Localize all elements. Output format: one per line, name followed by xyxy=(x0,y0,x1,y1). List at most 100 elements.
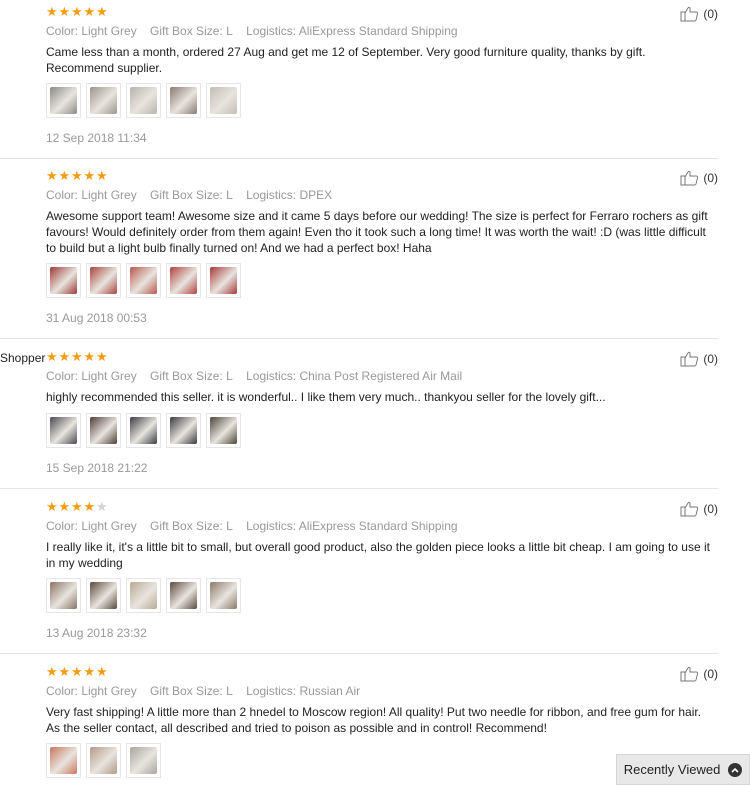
review-photos xyxy=(46,263,241,298)
star-filled-icon: ★ xyxy=(83,349,96,364)
review-photo-thumbnail[interactable] xyxy=(206,263,241,298)
logistics-attr: Logistics: AliExpress Standard Shipping xyxy=(246,24,458,38)
logistics-attr: Logistics: DPEX xyxy=(246,188,333,202)
review-date: 15 Sep 2018 21:22 xyxy=(46,461,148,475)
star-filled-icon: ★ xyxy=(58,499,71,514)
recently-viewed-button[interactable]: Recently Viewed xyxy=(616,754,750,785)
review-photo-thumbnail[interactable] xyxy=(166,263,201,298)
star-filled-icon: ★ xyxy=(71,499,83,514)
review-photos xyxy=(46,743,161,778)
helpful-button[interactable]: (0) xyxy=(680,6,718,22)
review-photo-thumbnail[interactable] xyxy=(86,263,121,298)
star-rating: ★ ★ ★ ★ ★ xyxy=(46,350,109,363)
chevron-up-icon xyxy=(728,762,743,777)
color-attr: Color: Light Grey xyxy=(46,684,137,698)
helpful-button[interactable]: (0) xyxy=(680,666,718,682)
review-photo-thumbnail[interactable] xyxy=(46,83,81,118)
review-meta: Color: Light Grey Gift Box Size: L Logis… xyxy=(46,24,468,38)
review-photo-thumbnail[interactable] xyxy=(126,263,161,298)
helpful-count: (0) xyxy=(703,7,718,21)
review-photos xyxy=(46,578,241,613)
helpful-button[interactable]: (0) xyxy=(680,351,718,367)
review-item: ★ ★ ★ ★ ★ Color: Light Grey Gift Box Size: L… xyxy=(0,0,718,159)
color-attr: Color: Light Grey xyxy=(46,24,137,38)
reviewer-name: Shopper xyxy=(0,351,46,365)
review-item: ★ ★ ★ ★ ★ Color: Light Grey Gift Box Size: L… xyxy=(0,660,718,785)
review-photo-thumbnail[interactable] xyxy=(46,743,81,778)
review-photo-thumbnail[interactable] xyxy=(86,413,121,448)
star-filled-icon: ★ xyxy=(83,499,96,514)
review-photo-thumbnail[interactable] xyxy=(206,413,241,448)
thumbs-up-icon xyxy=(680,6,700,22)
star-filled-icon: ★ xyxy=(46,499,58,514)
star-filled-icon: ★ xyxy=(46,349,58,364)
star-filled-icon: ★ xyxy=(96,664,108,679)
star-filled-icon: ★ xyxy=(96,4,108,19)
review-photo-thumbnail[interactable] xyxy=(166,83,201,118)
star-filled-icon: ★ xyxy=(46,4,58,19)
star-filled-icon: ★ xyxy=(71,349,83,364)
star-filled-icon: ★ xyxy=(96,349,108,364)
review-meta: Color: Light Grey Gift Box Size: L Logis… xyxy=(46,369,472,383)
star-filled-icon: ★ xyxy=(83,4,96,19)
color-attr: Color: Light Grey xyxy=(46,369,137,383)
helpful-count: (0) xyxy=(703,171,718,185)
review-text: Very fast shipping! A little more than 2… xyxy=(46,705,702,735)
star-filled-icon: ★ xyxy=(58,349,71,364)
review-text: I really like it, it's a little bit to s… xyxy=(46,540,710,570)
review-photo-thumbnail[interactable] xyxy=(126,413,161,448)
thumbs-up-icon xyxy=(680,666,700,682)
review-photo-thumbnail[interactable] xyxy=(206,578,241,613)
review-date: 13 Aug 2018 23:32 xyxy=(46,626,147,640)
star-filled-icon: ★ xyxy=(46,168,58,183)
logistics-attr: Logistics: China Post Registered Air Mai… xyxy=(246,369,463,383)
review-photo-thumbnail[interactable] xyxy=(126,83,161,118)
review-photos xyxy=(46,413,241,448)
size-attr: Gift Box Size: L xyxy=(150,369,233,383)
review-photo-thumbnail[interactable] xyxy=(126,743,161,778)
helpful-button[interactable]: (0) xyxy=(680,170,718,186)
star-filled-icon: ★ xyxy=(58,664,71,679)
review-text: Awesome support team! Awesome size and i… xyxy=(46,209,708,255)
star-filled-icon: ★ xyxy=(71,168,83,183)
star-filled-icon: ★ xyxy=(83,168,96,183)
helpful-count: (0) xyxy=(703,352,718,366)
star-rating: ★ ★ ★ ★ ★ xyxy=(46,665,109,678)
review-photo-thumbnail[interactable] xyxy=(86,83,121,118)
color-attr: Color: Light Grey xyxy=(46,519,137,533)
thumbs-up-icon xyxy=(680,501,700,517)
star-empty-icon: ★ xyxy=(96,499,108,514)
review-photo-thumbnail[interactable] xyxy=(86,578,121,613)
review-item: Shopper ★ ★ ★ ★ ★ Color: Light Grey Gift Box… xyxy=(0,345,718,489)
size-attr: Gift Box Size: L xyxy=(150,684,233,698)
star-filled-icon: ★ xyxy=(71,664,83,679)
review-meta: Color: Light Grey Gift Box Size: L Logis… xyxy=(46,188,342,202)
size-attr: Gift Box Size: L xyxy=(150,519,233,533)
star-rating: ★ ★ ★ ★ ★ xyxy=(46,500,109,513)
review-meta: Color: Light Grey Gift Box Size: L Logis… xyxy=(46,684,370,698)
star-filled-icon: ★ xyxy=(71,4,83,19)
star-filled-icon: ★ xyxy=(46,664,58,679)
thumbs-up-icon xyxy=(680,170,700,186)
review-photo-thumbnail[interactable] xyxy=(86,743,121,778)
star-filled-icon: ★ xyxy=(96,168,108,183)
review-text: Came less than a month, ordered 27 Aug a… xyxy=(46,45,646,75)
review-photo-thumbnail[interactable] xyxy=(166,578,201,613)
logistics-attr: Logistics: AliExpress Standard Shipping xyxy=(246,519,458,533)
review-photo-thumbnail[interactable] xyxy=(206,83,241,118)
review-date: 31 Aug 2018 00:53 xyxy=(46,311,147,325)
review-photo-thumbnail[interactable] xyxy=(46,263,81,298)
recently-viewed-label: Recently Viewed xyxy=(623,762,721,777)
review-photo-thumbnail[interactable] xyxy=(126,578,161,613)
review-text: highly recommended this seller. it is wo… xyxy=(46,390,606,404)
review-photo-thumbnail[interactable] xyxy=(46,413,81,448)
size-attr: Gift Box Size: L xyxy=(150,188,233,202)
size-attr: Gift Box Size: L xyxy=(150,24,233,38)
helpful-button[interactable]: (0) xyxy=(680,501,718,517)
review-photo-thumbnail[interactable] xyxy=(166,413,201,448)
star-filled-icon: ★ xyxy=(58,4,71,19)
review-photo-thumbnail[interactable] xyxy=(46,578,81,613)
star-rating: ★ ★ ★ ★ ★ xyxy=(46,5,109,18)
review-meta: Color: Light Grey Gift Box Size: L Logis… xyxy=(46,519,468,533)
feedback-page: ★ ★ ★ ★ ★ Color: Light Grey Gift Box Size: L… xyxy=(0,0,750,785)
